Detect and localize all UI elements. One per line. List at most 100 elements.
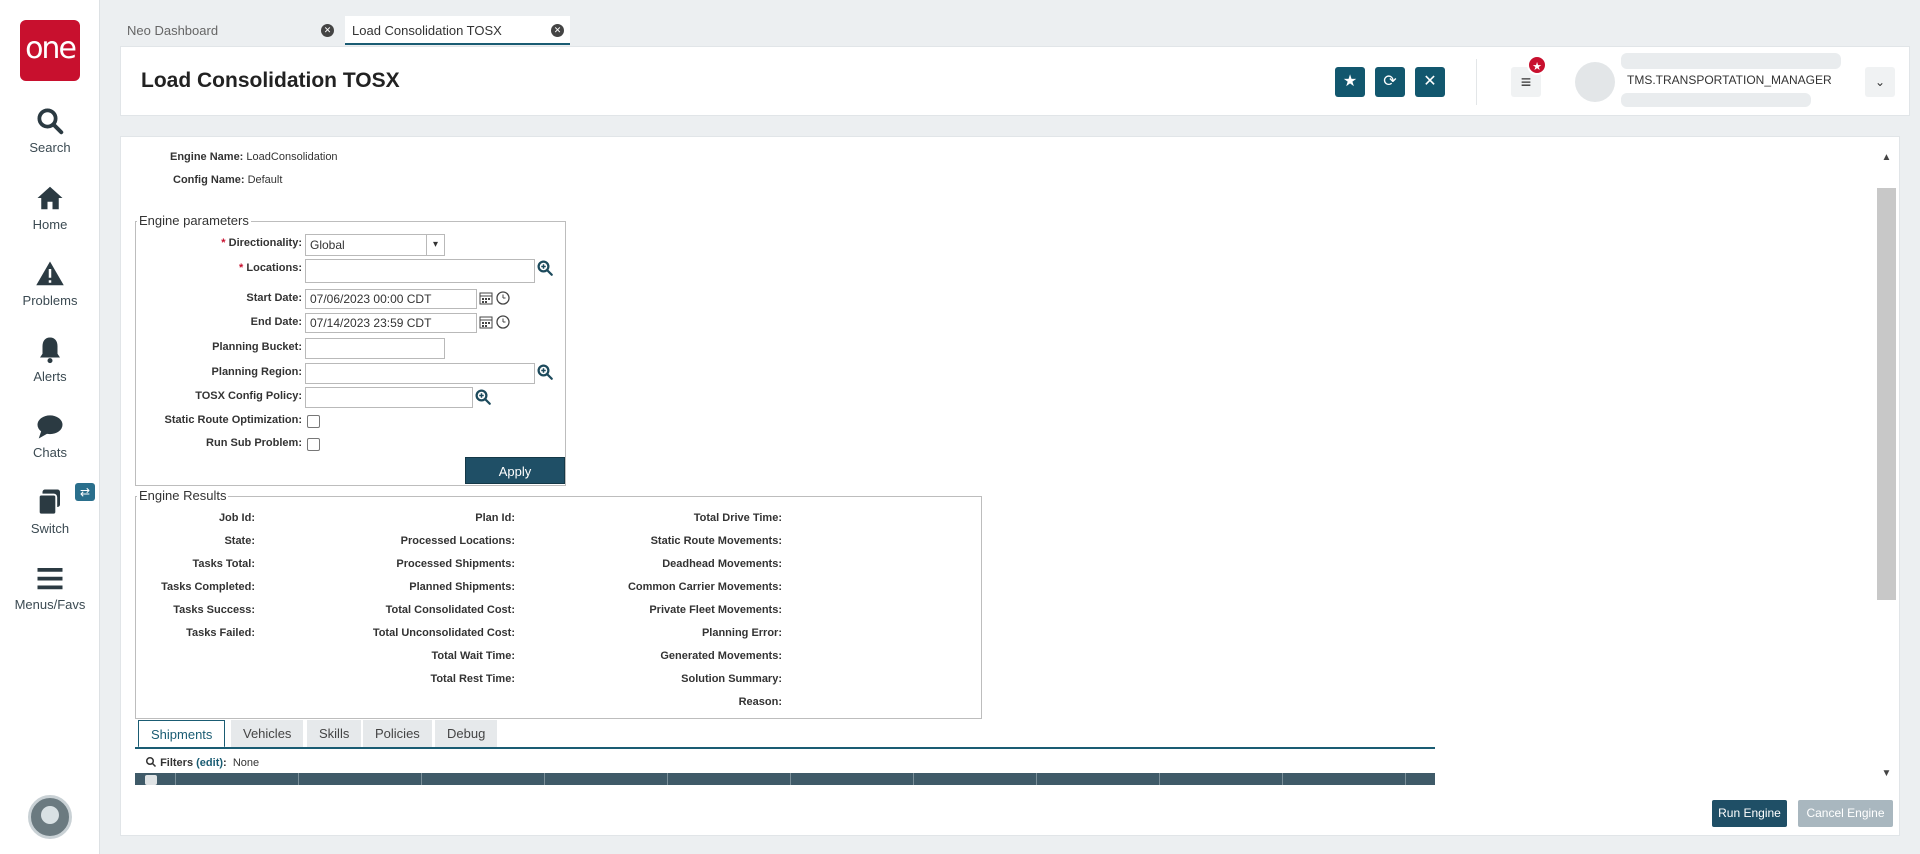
app-logo[interactable]: one (20, 20, 80, 81)
home-icon (0, 183, 100, 215)
search-lookup-icon[interactable] (536, 259, 554, 277)
search-lookup-icon[interactable] (474, 388, 492, 406)
result-label: Total Wait Time: (431, 650, 515, 662)
scroll-down-icon[interactable]: ▼ (1877, 766, 1896, 782)
grid-column[interactable] (913, 773, 914, 785)
nav-search[interactable]: Search (0, 106, 100, 155)
tab-label: Neo Dashboard (127, 23, 219, 38)
close-button[interactable]: ✕ (1415, 67, 1445, 97)
nav-chats[interactable]: Chats (0, 411, 100, 460)
grid-column[interactable] (298, 773, 299, 785)
nav-switch[interactable]: ⇄ Switch (0, 483, 100, 536)
end-date-input[interactable]: 07/14/2023 23:59 CDT (305, 313, 477, 333)
engine-results-legend: Engine Results (137, 488, 229, 503)
favorite-button[interactable]: ★ (1335, 67, 1365, 97)
planning-bucket-label: Planning Bucket: (212, 341, 302, 353)
config-name-value: Default (247, 174, 283, 186)
search-icon (145, 756, 157, 768)
close-icon[interactable]: ✕ (551, 24, 564, 37)
run-sub-problem-checkbox[interactable] (307, 438, 320, 451)
grid-column[interactable] (1282, 773, 1283, 785)
result-label: Deadhead Movements: (662, 558, 782, 570)
result-label: Tasks Total: (192, 558, 255, 570)
nav-label: Alerts (33, 369, 67, 384)
scrollbar-thumb[interactable] (1877, 188, 1896, 600)
nav-problems[interactable]: Problems (0, 259, 100, 308)
tab-shipments[interactable]: Shipments (138, 720, 226, 748)
clock-icon[interactable] (496, 315, 510, 329)
tab-policies[interactable]: Policies (363, 720, 432, 748)
tab-debug[interactable]: Debug (435, 720, 498, 748)
user-menu-button[interactable]: ⌄ (1865, 67, 1895, 97)
grid-column[interactable] (790, 773, 791, 785)
tab-underline (135, 747, 1435, 749)
planning-bucket-input[interactable] (305, 338, 445, 359)
tab-skills[interactable]: Skills (307, 720, 362, 748)
filters-edit-link[interactable]: (edit) (196, 757, 223, 769)
warning-icon (0, 259, 100, 291)
result-label: Common Carrier Movements: (627, 581, 782, 593)
grid-column[interactable] (1036, 773, 1037, 785)
page-title: Load Consolidation TOSX (141, 69, 400, 92)
tab-neo-dashboard[interactable]: Neo Dashboard ✕ (120, 16, 340, 45)
chevron-down-icon[interactable]: ▾ (426, 235, 444, 255)
apply-button[interactable]: Apply (465, 457, 565, 484)
swap-icon[interactable]: ⇄ (75, 483, 95, 501)
search-icon (0, 106, 100, 138)
nav-label: Home (32, 217, 68, 232)
start-date-input[interactable]: 07/06/2023 00:00 CDT (305, 289, 477, 309)
refresh-icon: ⟳ (1383, 73, 1397, 90)
result-label: Planned Shipments: (409, 581, 515, 593)
user-avatar[interactable] (28, 795, 72, 839)
grid-column[interactable] (1405, 773, 1406, 785)
static-route-optimization-checkbox[interactable] (307, 415, 320, 428)
redacted-org-name (1621, 93, 1811, 107)
hamburger-icon: ≡ (1520, 72, 1532, 92)
nav-label: Chats (33, 445, 67, 460)
result-label: Plan Id: (475, 512, 515, 524)
nav-alerts[interactable]: Alerts (0, 335, 100, 384)
nav-home[interactable]: Home (0, 183, 100, 232)
result-label: Tasks Completed: (161, 581, 255, 593)
result-label: Static Route Movements: (650, 535, 782, 547)
tab-label: Load Consolidation TOSX (352, 23, 502, 38)
grid-column[interactable] (544, 773, 545, 785)
hamburger-icon (0, 563, 100, 595)
grid-column[interactable] (421, 773, 422, 785)
chat-icon (0, 411, 100, 443)
result-label: Total Drive Time: (693, 512, 782, 524)
calendar-icon[interactable] (479, 291, 493, 305)
user-role: TMS.TRANSPORTATION_MANAGER (1627, 73, 1832, 87)
cancel-engine-button[interactable]: Cancel Engine (1798, 800, 1893, 827)
planning-region-label: Planning Region: (211, 366, 302, 378)
scroll-up-icon[interactable]: ▲ (1877, 150, 1896, 166)
nav-label: Problems (22, 293, 78, 308)
select-all-checkbox[interactable] (145, 775, 157, 785)
tosx-config-policy-input[interactable] (305, 387, 473, 408)
result-label: Total Rest Time: (430, 673, 515, 685)
grid-column[interactable] (175, 773, 176, 785)
result-label: Processed Shipments: (396, 558, 515, 570)
tab-vehicles[interactable]: Vehicles (231, 720, 304, 748)
directionality-select[interactable]: Global ▾ (305, 234, 445, 256)
start-date-label: Start Date: (246, 292, 302, 304)
refresh-button[interactable]: ⟳ (1375, 67, 1405, 97)
run-engine-button[interactable]: Run Engine (1712, 800, 1787, 827)
shipments-grid-header (135, 773, 1435, 785)
close-icon[interactable]: ✕ (321, 24, 334, 37)
search-lookup-icon[interactable] (536, 363, 554, 381)
clock-icon[interactable] (496, 291, 510, 305)
grid-column[interactable] (667, 773, 668, 785)
result-label: Private Fleet Movements: (649, 604, 782, 616)
calendar-icon[interactable] (479, 315, 493, 329)
grid-column[interactable] (1159, 773, 1160, 785)
redacted-user-name (1621, 53, 1841, 69)
planning-region-input[interactable] (305, 363, 535, 384)
result-label: Tasks Failed: (186, 627, 255, 639)
avatar[interactable] (1575, 62, 1615, 102)
tab-load-consolidation[interactable]: Load Consolidation TOSX ✕ (345, 16, 570, 45)
locations-input[interactable] (305, 259, 535, 283)
nav-menus-favs[interactable]: Menus/Favs (0, 563, 100, 612)
tosx-config-policy-label: TOSX Config Policy: (195, 390, 302, 402)
filters-bar: Filters (edit): None (145, 756, 259, 769)
